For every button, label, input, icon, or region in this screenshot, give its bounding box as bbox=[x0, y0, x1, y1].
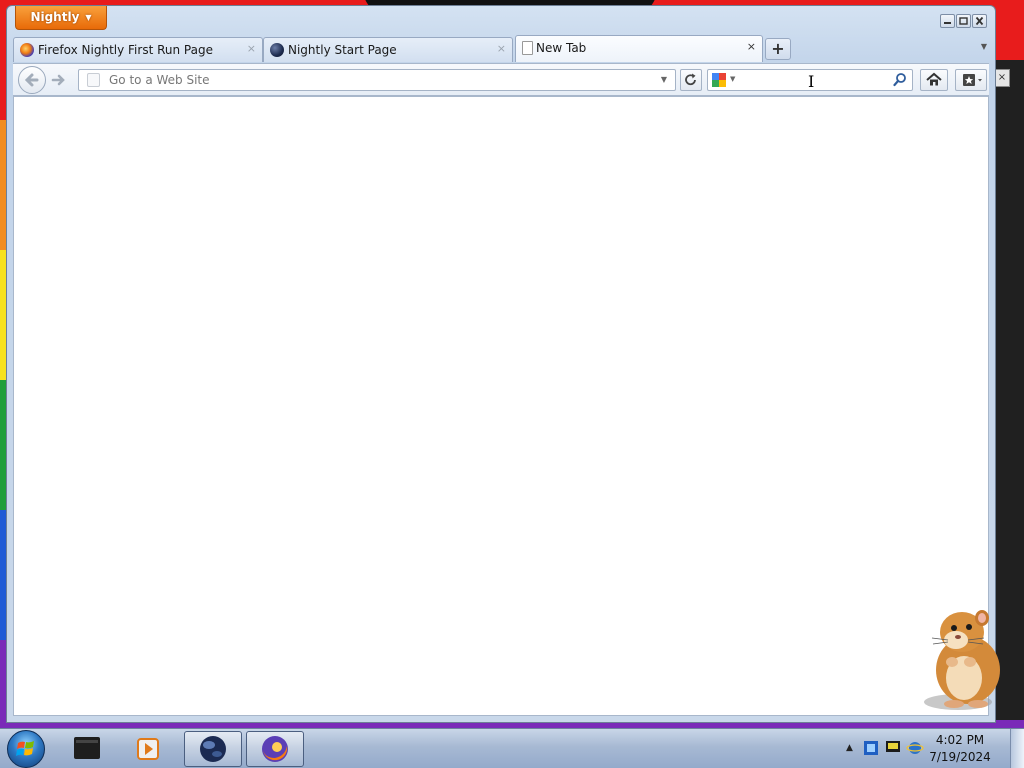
url-input[interactable] bbox=[109, 72, 649, 88]
nightly-globe-icon bbox=[270, 43, 284, 57]
start-button[interactable] bbox=[7, 730, 45, 768]
nightly-globe-icon bbox=[200, 736, 226, 762]
restore-button[interactable] bbox=[956, 14, 971, 28]
network-icon[interactable] bbox=[862, 737, 880, 759]
tab-close-icon[interactable]: × bbox=[247, 42, 256, 55]
navigation-toolbar: ▼ ▼ bbox=[13, 63, 989, 96]
clock-date[interactable]: 7/19/2024 bbox=[920, 750, 1000, 764]
firefox-icon bbox=[262, 736, 288, 762]
forward-arrow-icon bbox=[51, 74, 65, 86]
media-player-icon bbox=[137, 738, 159, 760]
reload-icon bbox=[685, 73, 696, 86]
monitor-icon[interactable] bbox=[884, 737, 902, 759]
page-content-area[interactable] bbox=[13, 96, 989, 716]
tab-close-icon[interactable]: × bbox=[747, 40, 756, 53]
text-cursor-icon: I bbox=[808, 72, 815, 91]
app-menu-label: Nightly bbox=[30, 10, 80, 24]
tray-overflow-icon[interactable]: ▲ bbox=[846, 743, 853, 753]
folder-icon bbox=[74, 737, 100, 759]
chevron-down-icon: ▼ bbox=[85, 13, 92, 22]
app-menu-button[interactable]: Nightly ▼ bbox=[15, 6, 107, 30]
background-window-close-icon[interactable]: × bbox=[994, 69, 1010, 87]
tab-new-tab[interactable]: New Tab × bbox=[515, 35, 763, 62]
windows-logo-icon bbox=[16, 741, 34, 756]
blank-page-icon bbox=[522, 41, 533, 55]
tab-label: Nightly Start Page bbox=[288, 43, 397, 57]
taskbar-media-player-item[interactable] bbox=[120, 731, 178, 767]
tab-close-icon[interactable]: × bbox=[497, 42, 506, 55]
search-icon[interactable] bbox=[893, 72, 907, 88]
new-tab-button[interactable]: + bbox=[765, 38, 791, 60]
reload-button[interactable] bbox=[680, 69, 702, 91]
site-identity-icon[interactable] bbox=[87, 73, 100, 87]
tab-strip: Firefox Nightly First Run Page × Nightly… bbox=[13, 35, 989, 63]
hamster-mascot bbox=[924, 610, 1000, 710]
minimize-icon bbox=[944, 22, 951, 24]
tab-nightly-start-page[interactable]: Nightly Start Page × bbox=[263, 37, 513, 62]
bookmarks-menu-button[interactable] bbox=[955, 69, 987, 91]
browser-window: Nightly ▼ Firefox Nightly First Run Page … bbox=[6, 5, 996, 723]
home-button[interactable] bbox=[920, 69, 948, 91]
plus-icon: + bbox=[771, 39, 785, 58]
home-icon bbox=[926, 72, 942, 86]
close-button[interactable] bbox=[972, 14, 987, 28]
close-icon bbox=[975, 16, 984, 26]
forward-button[interactable] bbox=[48, 71, 70, 89]
show-desktop-button[interactable] bbox=[1010, 729, 1024, 768]
tab-label: New Tab bbox=[536, 41, 587, 55]
window-controls bbox=[940, 14, 987, 28]
taskbar-firefox-item[interactable] bbox=[246, 731, 304, 767]
list-all-tabs-button[interactable]: ▼ bbox=[981, 42, 987, 51]
url-bar[interactable]: ▼ bbox=[78, 69, 676, 91]
bookmarks-star-icon bbox=[963, 74, 982, 86]
back-button[interactable] bbox=[18, 66, 46, 94]
taskbar-explorer-item[interactable] bbox=[58, 731, 116, 767]
firefox-icon bbox=[20, 43, 34, 57]
system-tray: ▲ 4:02 PM 7/19/2024 bbox=[838, 729, 1024, 768]
url-history-dropdown-icon[interactable]: ▼ bbox=[661, 75, 667, 84]
minimize-button[interactable] bbox=[940, 14, 955, 28]
tab-firefox-nightly-first-run[interactable]: Firefox Nightly First Run Page × bbox=[13, 37, 263, 62]
back-arrow-icon bbox=[24, 73, 39, 87]
google-engine-icon[interactable] bbox=[712, 73, 726, 87]
restore-icon bbox=[959, 17, 968, 25]
chevron-down-icon[interactable]: ▼ bbox=[730, 75, 735, 83]
taskbar-nightly-globe-item[interactable] bbox=[184, 731, 242, 767]
tab-label: Firefox Nightly First Run Page bbox=[38, 43, 213, 57]
taskbar: ▲ 4:02 PM 7/19/2024 bbox=[0, 728, 1024, 768]
clock-time[interactable]: 4:02 PM bbox=[920, 733, 1000, 747]
